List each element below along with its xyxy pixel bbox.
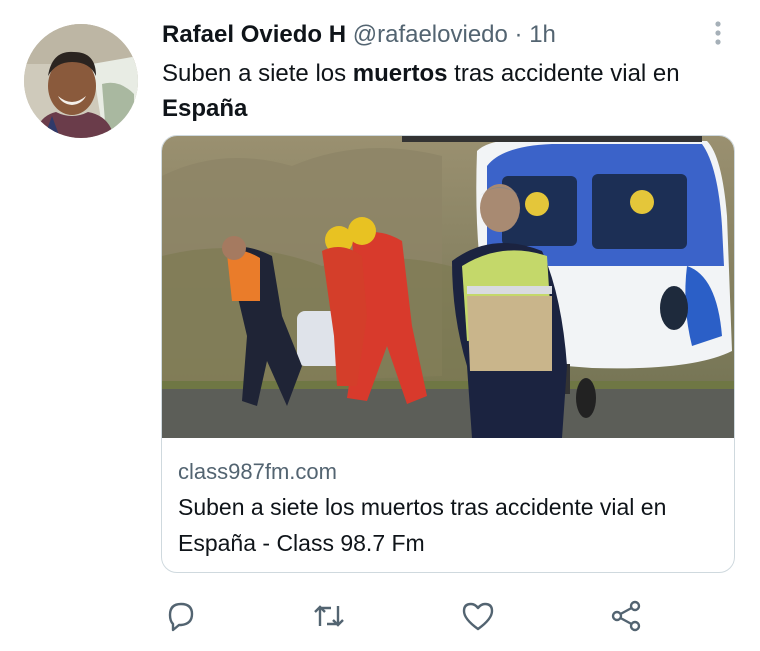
header-separator: · <box>514 21 523 48</box>
card-domain: class987fm.com <box>178 459 337 484</box>
tweet-text: Suben a siete los muertos tras accidente… <box>162 56 732 126</box>
share-button[interactable] <box>606 596 646 636</box>
tweet-text-bold: muertos <box>352 60 448 87</box>
tweet-timestamp[interactable]: 1h <box>529 21 556 48</box>
link-preview-card[interactable]: class987fm.com Suben a siete los muertos… <box>161 135 735 573</box>
tweet-header: Rafael Oviedo H @rafaeloviedo · 1h <box>162 20 556 50</box>
more-options-button[interactable] <box>706 18 730 48</box>
author-avatar[interactable] <box>24 24 138 138</box>
tweet-text-part: Suben a siete los <box>162 60 353 87</box>
share-icon <box>611 600 641 632</box>
card-title: Suben a siete los muertos tras accidente… <box>178 494 667 556</box>
avatar-photo <box>24 24 138 138</box>
heart-icon <box>462 602 494 631</box>
author-name[interactable]: Rafael Oviedo H <box>162 21 346 48</box>
author-handle[interactable]: @rafaeloviedo <box>353 21 508 48</box>
tweet-text-bold: España <box>162 95 248 122</box>
tweet-text-part: tras accidente vial en <box>447 60 680 87</box>
card-image <box>162 136 734 438</box>
retweet-icon <box>314 605 344 627</box>
more-vertical-icon <box>715 21 721 45</box>
like-button[interactable] <box>458 596 498 636</box>
reply-button[interactable] <box>161 596 201 636</box>
retweet-button[interactable] <box>309 596 349 636</box>
tweet-actions <box>0 596 760 636</box>
reply-icon <box>168 602 194 632</box>
